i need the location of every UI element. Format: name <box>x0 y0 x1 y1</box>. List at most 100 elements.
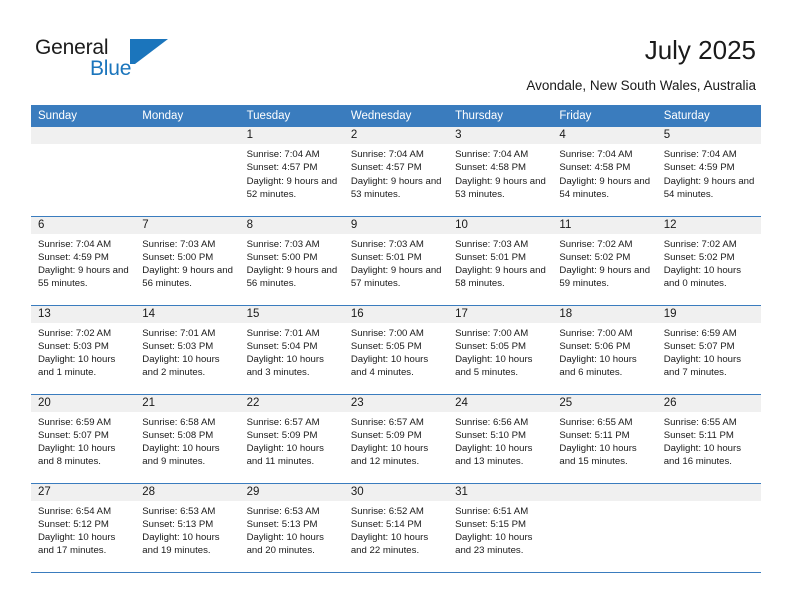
day-number <box>552 483 657 501</box>
logo-flag-triangle <box>135 39 168 64</box>
day-cell[interactable]: 16 Sunrise: 7:00 AM Sunset: 5:05 PM Dayligh… <box>343 305 449 395</box>
day-number: 23 <box>343 394 449 412</box>
day-cell[interactable]: 26 Sunrise: 6:55 AM Sunset: 5:11 PM Dayligh… <box>656 394 761 484</box>
day-cell-empty <box>135 127 240 217</box>
day-number: 9 <box>343 216 449 234</box>
day-details: Sunrise: 6:54 AM Sunset: 5:12 PM Daylight:… <box>31 501 135 558</box>
calendar-week-row: 13 Sunrise: 7:02 AM Sunset: 5:03 PM Dayligh… <box>31 305 761 395</box>
sunrise-text: Sunrise: 6:56 AM <box>455 416 529 428</box>
day-details: Sunrise: 6:55 AM Sunset: 5:11 PM Daylight:… <box>657 412 761 469</box>
calendar-page: General Blue July 2025 Avondale, New Sou… <box>0 0 792 612</box>
weekday-header-thursday: Thursday <box>448 105 553 127</box>
day-number: 8 <box>239 216 344 234</box>
daylight-text: Daylight: 9 hours and 53 minutes. <box>350 175 442 200</box>
day-number: 18 <box>552 305 657 323</box>
sunset-text: Sunset: 5:06 PM <box>559 340 631 352</box>
day-details: Sunrise: 6:58 AM Sunset: 5:08 PM Daylight:… <box>135 412 239 469</box>
day-cell[interactable]: 18 Sunrise: 7:00 AM Sunset: 5:06 PM Dayligh… <box>552 305 657 395</box>
daylight-text: Daylight: 10 hours and 6 minutes. <box>559 354 637 379</box>
sunset-text: Sunset: 5:01 PM <box>350 251 422 263</box>
day-details: Sunrise: 7:04 AM Sunset: 4:57 PM Daylight:… <box>344 144 448 201</box>
sunrise-text: Sunrise: 6:55 AM <box>559 416 633 428</box>
calendar-week-row: 20 Sunrise: 6:59 AM Sunset: 5:07 PM Dayligh… <box>31 394 761 484</box>
day-cell[interactable]: 24 Sunrise: 6:56 AM Sunset: 5:10 PM Dayligh… <box>448 394 553 484</box>
day-cell[interactable]: 2 Sunrise: 7:04 AM Sunset: 4:57 PM Daylight… <box>343 127 449 217</box>
sunset-text: Sunset: 5:07 PM <box>38 429 109 441</box>
sunset-text: Sunset: 5:10 PM <box>455 429 527 441</box>
day-cell-empty <box>656 483 761 573</box>
day-cell[interactable]: 20 Sunrise: 6:59 AM Sunset: 5:07 PM Dayligh… <box>31 394 136 484</box>
day-number: 20 <box>31 394 136 412</box>
sunset-text: Sunset: 4:58 PM <box>455 162 527 174</box>
day-number: 5 <box>656 127 761 144</box>
day-cell[interactable]: 17 Sunrise: 7:00 AM Sunset: 5:05 PM Dayligh… <box>448 305 553 395</box>
day-cell[interactable]: 30 Sunrise: 6:52 AM Sunset: 5:14 PM Dayligh… <box>343 483 449 573</box>
day-cell[interactable]: 15 Sunrise: 7:01 AM Sunset: 5:04 PM Dayligh… <box>239 305 344 395</box>
sunset-text: Sunset: 5:13 PM <box>142 518 214 530</box>
day-number: 3 <box>448 127 553 144</box>
day-cell[interactable]: 6 Sunrise: 7:04 AM Sunset: 4:59 PM Daylight… <box>31 216 136 306</box>
daylight-text: Daylight: 9 hours and 54 minutes. <box>559 175 651 200</box>
weekday-header-wednesday: Wednesday <box>343 105 449 127</box>
day-number: 16 <box>343 305 449 323</box>
day-cell[interactable]: 7 Sunrise: 7:03 AM Sunset: 5:00 PM Daylight… <box>135 216 240 306</box>
day-cell[interactable]: 27 Sunrise: 6:54 AM Sunset: 5:12 PM Dayligh… <box>31 483 136 573</box>
day-details: Sunrise: 6:52 AM Sunset: 5:14 PM Daylight:… <box>344 501 448 558</box>
sunset-text: Sunset: 4:57 PM <box>246 162 318 174</box>
day-cell[interactable]: 28 Sunrise: 6:53 AM Sunset: 5:13 PM Dayligh… <box>135 483 240 573</box>
day-cell[interactable]: 31 Sunrise: 6:51 AM Sunset: 5:15 PM Dayligh… <box>448 483 553 573</box>
sunrise-text: Sunrise: 7:00 AM <box>455 327 529 339</box>
sunrise-text: Sunrise: 7:04 AM <box>350 149 424 160</box>
day-cell[interactable]: 19 Sunrise: 6:59 AM Sunset: 5:07 PM Dayligh… <box>656 305 761 395</box>
day-cell[interactable]: 12 Sunrise: 7:02 AM Sunset: 5:02 PM Dayligh… <box>656 216 761 306</box>
day-cell[interactable]: 29 Sunrise: 6:53 AM Sunset: 5:13 PM Dayligh… <box>239 483 344 573</box>
day-cell[interactable]: 10 Sunrise: 7:03 AM Sunset: 5:01 PM Dayligh… <box>448 216 553 306</box>
day-cell[interactable]: 5 Sunrise: 7:04 AM Sunset: 4:59 PM Daylight… <box>656 127 761 217</box>
day-details: Sunrise: 6:57 AM Sunset: 5:09 PM Daylight:… <box>344 412 448 469</box>
day-number: 28 <box>135 483 240 501</box>
logo-text-blue: Blue <box>90 57 132 80</box>
day-cell[interactable]: 22 Sunrise: 6:57 AM Sunset: 5:09 PM Dayligh… <box>239 394 344 484</box>
day-cell[interactable]: 25 Sunrise: 6:55 AM Sunset: 5:11 PM Dayligh… <box>552 394 657 484</box>
daylight-text: Daylight: 10 hours and 16 minutes. <box>663 443 742 468</box>
sunrise-text: Sunrise: 6:53 AM <box>142 505 216 517</box>
day-number: 25 <box>552 394 657 412</box>
daylight-text: Daylight: 9 hours and 59 minutes. <box>559 265 651 290</box>
day-cell[interactable]: 8 Sunrise: 7:03 AM Sunset: 5:00 PM Daylight… <box>239 216 344 306</box>
sunset-text: Sunset: 5:07 PM <box>663 340 735 352</box>
sunrise-text: Sunrise: 7:02 AM <box>38 327 112 339</box>
day-cell[interactable]: 9 Sunrise: 7:03 AM Sunset: 5:01 PM Daylight… <box>343 216 449 306</box>
day-details: Sunrise: 7:02 AM Sunset: 5:03 PM Daylight:… <box>31 323 135 380</box>
day-cell[interactable]: 13 Sunrise: 7:02 AM Sunset: 5:03 PM Dayligh… <box>31 305 136 395</box>
general-blue-logo: General Blue <box>35 36 168 84</box>
day-details: Sunrise: 6:51 AM Sunset: 5:15 PM Daylight:… <box>448 501 552 558</box>
daylight-text: Daylight: 9 hours and 54 minutes. <box>663 175 755 200</box>
sunrise-text: Sunrise: 7:03 AM <box>142 238 216 250</box>
sunrise-text: Sunrise: 6:51 AM <box>455 505 529 517</box>
day-number: 6 <box>31 216 136 234</box>
daylight-text: Daylight: 10 hours and 9 minutes. <box>142 443 220 468</box>
day-cell[interactable]: 11 Sunrise: 7:02 AM Sunset: 5:02 PM Dayligh… <box>552 216 657 306</box>
day-number: 21 <box>135 394 240 412</box>
sunset-text: Sunset: 5:08 PM <box>142 429 214 441</box>
day-details: Sunrise: 6:56 AM Sunset: 5:10 PM Daylight:… <box>448 412 552 469</box>
sunrise-text: Sunrise: 6:55 AM <box>663 416 737 428</box>
day-cell[interactable]: 14 Sunrise: 7:01 AM Sunset: 5:03 PM Dayligh… <box>135 305 240 395</box>
day-cell[interactable]: 1 Sunrise: 7:04 AM Sunset: 4:57 PM Daylight… <box>239 127 344 217</box>
daylight-text: Daylight: 10 hours and 12 minutes. <box>350 443 429 468</box>
sunrise-text: Sunrise: 6:57 AM <box>350 416 424 428</box>
day-details: Sunrise: 6:53 AM Sunset: 5:13 PM Daylight:… <box>135 501 239 558</box>
calendar-week-row: 27 Sunrise: 6:54 AM Sunset: 5:12 PM Dayligh… <box>31 483 761 573</box>
day-details: Sunrise: 7:03 AM Sunset: 5:00 PM Daylight:… <box>240 234 344 291</box>
daylight-text: Daylight: 9 hours and 57 minutes. <box>350 265 442 290</box>
day-cell[interactable]: 21 Sunrise: 6:58 AM Sunset: 5:08 PM Dayligh… <box>135 394 240 484</box>
daylight-text: Daylight: 10 hours and 8 minutes. <box>38 443 116 468</box>
day-cell[interactable]: 4 Sunrise: 7:04 AM Sunset: 4:58 PM Daylight… <box>552 127 657 217</box>
sunrise-text: Sunrise: 6:59 AM <box>38 416 112 428</box>
day-cell[interactable]: 3 Sunrise: 7:04 AM Sunset: 4:58 PM Daylight… <box>448 127 553 217</box>
day-number: 14 <box>135 305 240 323</box>
day-cell[interactable]: 23 Sunrise: 6:57 AM Sunset: 5:09 PM Dayligh… <box>343 394 449 484</box>
sunrise-text: Sunrise: 7:04 AM <box>455 149 529 160</box>
weekday-header-sunday: Sunday <box>31 105 136 127</box>
day-details: Sunrise: 7:03 AM Sunset: 5:01 PM Daylight:… <box>344 234 448 291</box>
